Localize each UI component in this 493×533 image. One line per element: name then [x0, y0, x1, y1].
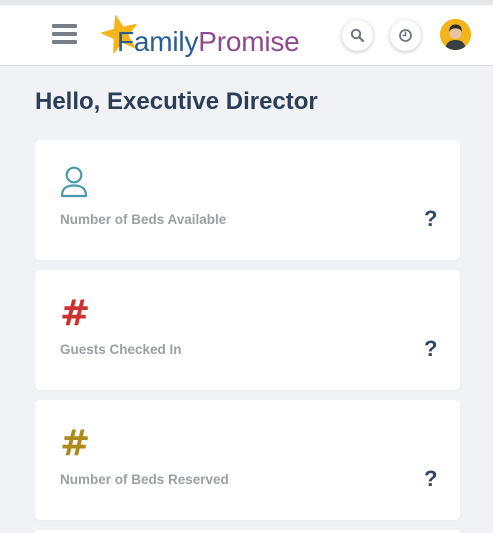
- app-header: FamilyPromise: [0, 5, 493, 66]
- card-label: Number of Beds Available: [60, 212, 227, 227]
- card-label: Guests Checked In: [60, 342, 182, 357]
- clock-icon: [399, 29, 412, 42]
- user-avatar[interactable]: [440, 19, 471, 50]
- search-button[interactable]: [342, 20, 373, 51]
- hash-icon: #: [60, 423, 91, 464]
- card-label: Number of Beds Reserved: [60, 472, 229, 487]
- hamburger-menu-icon[interactable]: [52, 24, 77, 45]
- hash-icon: #: [60, 293, 91, 334]
- help-button[interactable]: ?: [424, 206, 437, 232]
- person-outline-icon: [60, 165, 88, 204]
- history-button[interactable]: [390, 20, 421, 51]
- avatar-person-icon: [440, 19, 471, 50]
- family-promise-logo[interactable]: FamilyPromise: [100, 13, 305, 61]
- logo-promise-text: Promise: [198, 26, 300, 57]
- search-icon: [350, 28, 365, 43]
- help-button[interactable]: ?: [424, 336, 437, 362]
- beds-reserved-card: # Number of Beds Reserved ?: [35, 400, 460, 520]
- page-greeting: Hello, Executive Director: [35, 88, 318, 115]
- logo-text: FamilyPromise: [117, 26, 300, 58]
- beds-available-card: Number of Beds Available ?: [35, 140, 460, 260]
- help-button[interactable]: ?: [424, 466, 437, 492]
- guests-checked-in-card: # Guests Checked In ?: [35, 270, 460, 390]
- logo-family-text: Family: [117, 26, 199, 57]
